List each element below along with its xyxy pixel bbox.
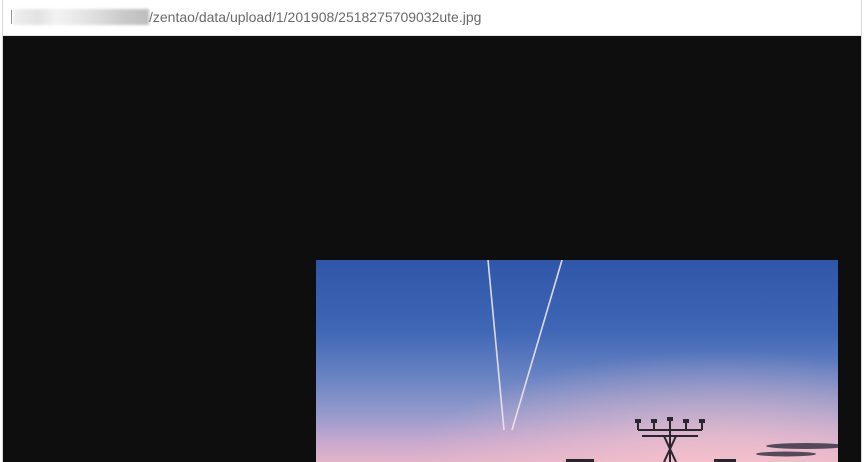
horizon-glow: [316, 260, 838, 462]
image-viewer: [3, 36, 861, 462]
sky-photo-icon[interactable]: [316, 260, 838, 462]
text-cursor: [11, 10, 12, 24]
browser-window: /zentao/data/upload/1/201908/25182757090…: [2, 0, 862, 462]
redacted-host: [13, 9, 149, 25]
address-bar[interactable]: /zentao/data/upload/1/201908/25182757090…: [3, 0, 861, 36]
photo-graphic: [316, 260, 838, 462]
url-text[interactable]: /zentao/data/upload/1/201908/25182757090…: [149, 9, 481, 25]
